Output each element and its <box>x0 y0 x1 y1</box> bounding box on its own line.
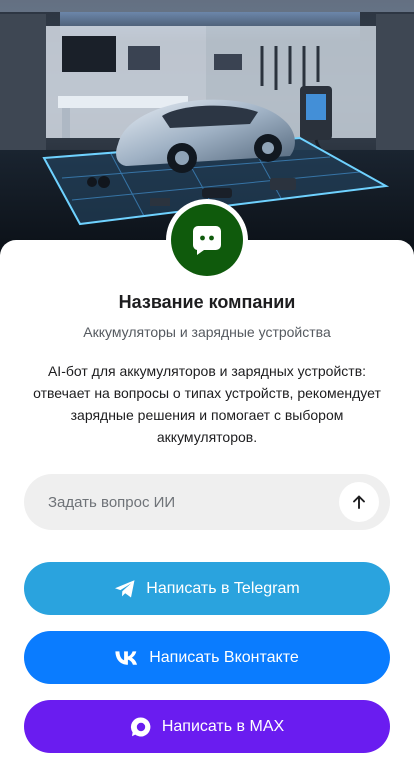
chat-bot-icon <box>192 226 221 255</box>
send-button[interactable] <box>339 482 379 522</box>
company-tagline: Аккумуляторы и зарядные устройства <box>83 324 331 340</box>
arrow-up-icon <box>353 495 365 509</box>
telegram-icon <box>114 579 136 599</box>
vk-button[interactable]: Написать Вконтакте <box>24 631 390 684</box>
ask-ai-input[interactable] <box>48 474 348 530</box>
company-description: AI-бот для аккумуляторов и зарядных устр… <box>33 363 381 445</box>
ask-ai-field <box>24 474 390 530</box>
max-button-label: Написать в MAX <box>161 717 285 735</box>
telegram-button[interactable]: Написать в Telegram <box>24 562 390 615</box>
vk-button-label: Написать Вконтакте <box>149 648 299 666</box>
avatar-circle <box>171 204 243 276</box>
company-avatar <box>166 199 248 281</box>
max-icon <box>130 716 152 738</box>
max-button[interactable]: Написать в MAX <box>24 700 390 753</box>
vk-icon <box>115 650 139 665</box>
company-name: Название компании <box>118 292 296 312</box>
telegram-button-label: Написать в Telegram <box>146 579 300 597</box>
